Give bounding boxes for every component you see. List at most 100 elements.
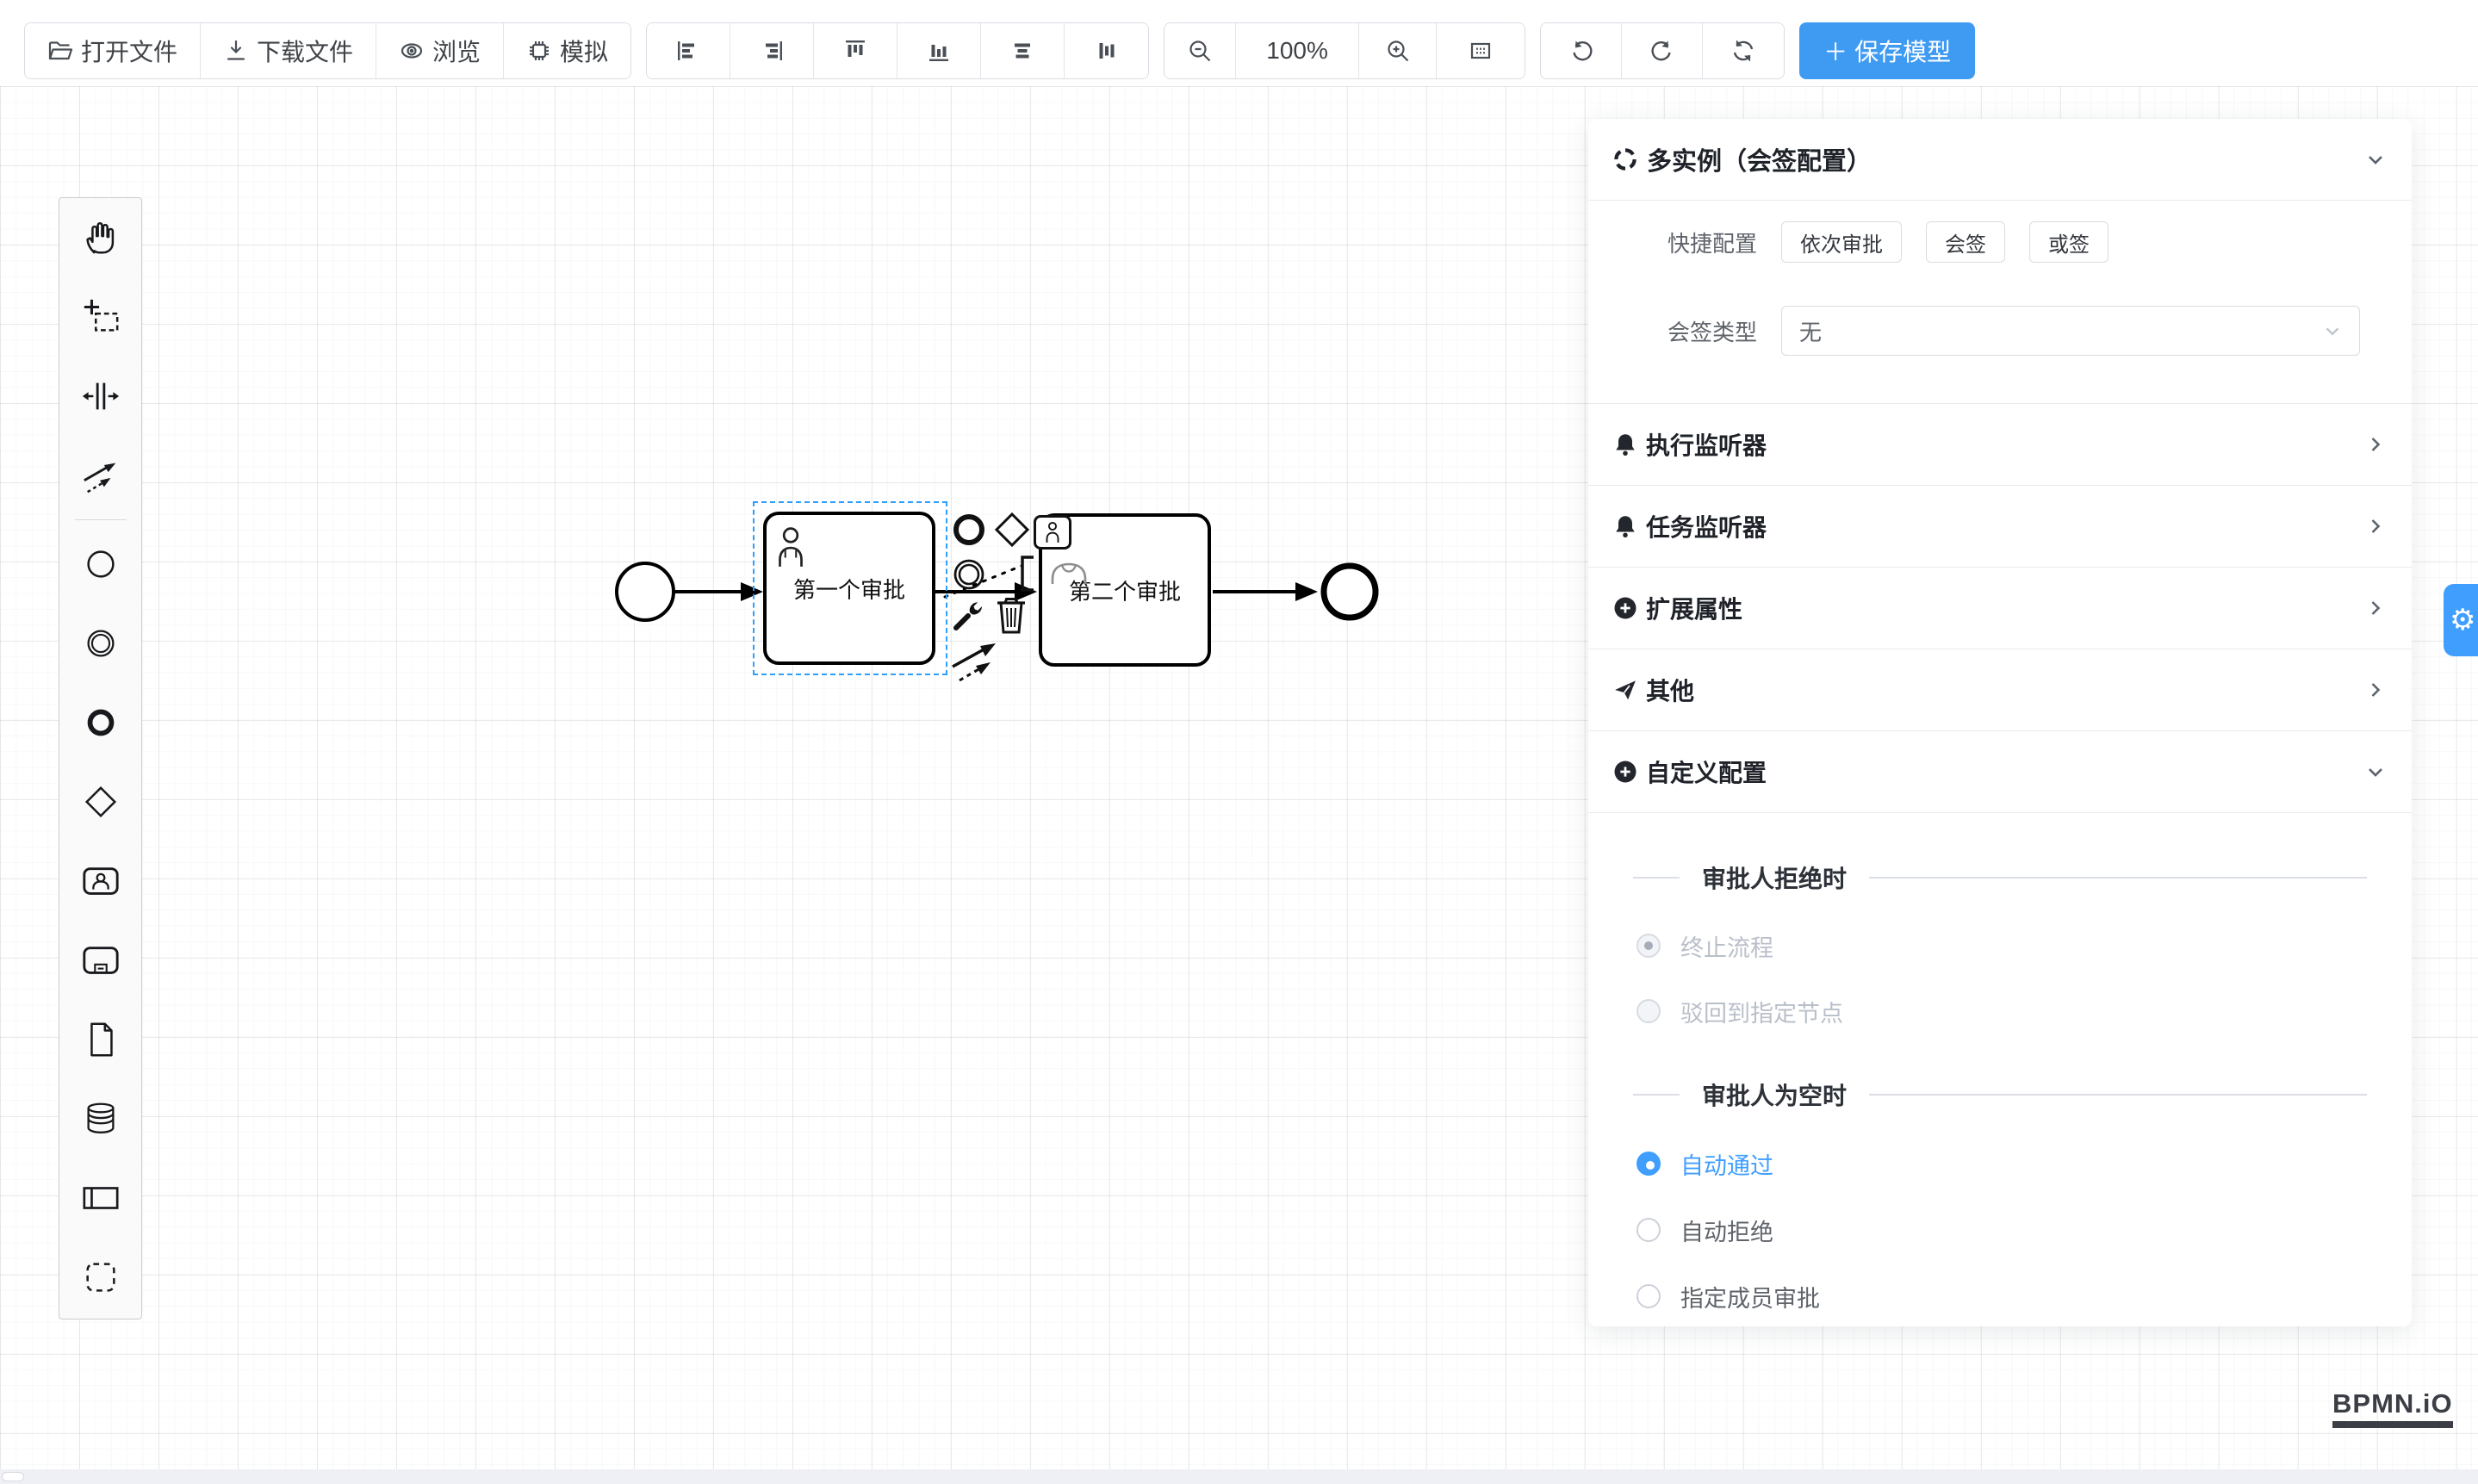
radio-circle xyxy=(1636,1218,1661,1242)
ctxpad-text-annotation-icon[interactable] xyxy=(1016,555,1035,593)
fit-viewport-icon xyxy=(1468,38,1494,64)
chevron-down-icon xyxy=(2363,147,2388,171)
fit-viewport-button[interactable] xyxy=(1437,23,1525,78)
zoom-button-group: 100% xyxy=(1164,22,1525,79)
create-gateway[interactable] xyxy=(80,781,121,823)
create-start-event[interactable] xyxy=(80,543,121,585)
file-button-group: 打开文件 下载文件 浏览 模拟 xyxy=(24,22,631,79)
align-left-button[interactable] xyxy=(647,23,730,78)
zoom-out-button[interactable] xyxy=(1164,23,1236,78)
eye-icon xyxy=(399,38,425,64)
align-top-icon xyxy=(842,38,868,64)
countersign-type-select[interactable]: 无 xyxy=(1781,306,2360,356)
zoom-out-icon xyxy=(1187,38,1213,64)
section-custom-config[interactable]: 自定义配置 xyxy=(1588,731,2412,813)
chevron-right-icon xyxy=(2363,514,2388,538)
create-subprocess[interactable] xyxy=(80,940,121,981)
section-others[interactable]: 其他 xyxy=(1588,649,2412,731)
ctxpad-append-intermediate-event-icon[interactable] xyxy=(951,556,987,593)
properties-panel: 多实例（会签配置） 快捷配置 依次审批 会签 或签 会签类型 无 xyxy=(1588,119,2412,1326)
align-center-horizontal-button[interactable] xyxy=(981,23,1065,78)
global-connect-tool[interactable] xyxy=(80,455,121,496)
align-right-button[interactable] xyxy=(730,23,814,78)
reject-group-heading: 审批人拒绝时 xyxy=(1588,865,2412,891)
space-tool[interactable] xyxy=(80,376,121,417)
align-middle-vertical-button[interactable] xyxy=(1065,23,1148,78)
empty-group-heading: 审批人为空时 xyxy=(1588,1082,2412,1108)
quick-option-sequential-button[interactable]: 依次审批 xyxy=(1781,221,1902,263)
start-event[interactable] xyxy=(617,563,674,620)
radio-auto-pass[interactable]: 自动通过 xyxy=(1588,1143,2412,1184)
browse-label: 浏览 xyxy=(432,34,481,68)
align-top-button[interactable] xyxy=(814,23,897,78)
user-task-first-approval[interactable]: 第一个审批 xyxy=(763,512,935,665)
bpmn-designer-app: 第一个审批 第二个审批 xyxy=(0,0,2478,1484)
horizontal-scrollbar[interactable] xyxy=(0,1469,2478,1484)
create-user-task[interactable] xyxy=(80,860,121,902)
zoom-level-display[interactable]: 100% xyxy=(1236,23,1359,78)
radio-assign-member[interactable]: 指定成员审批 xyxy=(1588,1276,2412,1317)
create-participant[interactable] xyxy=(80,1177,121,1219)
quick-option-orsign-button[interactable]: 或签 xyxy=(2029,221,2108,263)
save-model-label: 保存模型 xyxy=(1854,34,1951,68)
undo-button[interactable] xyxy=(1541,23,1622,78)
ctxpad-trash-icon[interactable] xyxy=(994,594,1028,636)
settings-tab[interactable]: ⚙ xyxy=(2444,584,2478,656)
zoom-in-icon xyxy=(1385,38,1411,64)
empty-group-title: 审批人为空时 xyxy=(1702,1077,1847,1112)
end-event[interactable] xyxy=(1324,566,1376,618)
create-end-event[interactable] xyxy=(80,702,121,743)
ctxpad-append-end-event-icon[interactable] xyxy=(951,512,987,548)
save-model-button[interactable]: ＋ 保存模型 xyxy=(1799,22,1975,79)
user-task-icon-gray xyxy=(1049,550,1089,586)
align-bottom-button[interactable] xyxy=(897,23,981,78)
panel-header-multi-instance[interactable]: 多实例（会签配置） xyxy=(1588,119,2412,201)
countersign-type-label: 会签类型 xyxy=(1588,315,1757,347)
create-group[interactable] xyxy=(80,1257,121,1298)
radio-terminate-process[interactable]: 终止流程 xyxy=(1588,925,2412,966)
open-file-button[interactable]: 打开文件 xyxy=(25,23,201,78)
browse-button[interactable]: 浏览 xyxy=(376,23,504,78)
countersign-type-value: 无 xyxy=(1799,315,1822,347)
ctxpad-append-gateway-icon[interactable] xyxy=(992,510,1032,550)
quick-option-countersign-button[interactable]: 会签 xyxy=(1926,221,2005,263)
paper-plane-icon xyxy=(1612,677,1638,703)
radio-return-to-node[interactable]: 驳回到指定节点 xyxy=(1588,990,2412,1032)
scrollbar-thumb[interactable] xyxy=(2,1472,24,1481)
lasso-tool[interactable] xyxy=(80,296,121,338)
ctxpad-wrench-icon[interactable] xyxy=(951,598,985,632)
reject-group-title: 审批人拒绝时 xyxy=(1702,860,1847,895)
reset-icon-button[interactable] xyxy=(1703,23,1784,78)
ctxpad-connect-icon[interactable] xyxy=(947,637,1008,682)
radio-circle xyxy=(1636,1152,1661,1176)
chevron-down-icon xyxy=(2363,760,2388,784)
create-intermediate-event[interactable] xyxy=(80,623,121,664)
create-data-store[interactable] xyxy=(80,1098,121,1139)
zoom-level-value: 100% xyxy=(1266,37,1328,65)
simulate-label: 模拟 xyxy=(560,34,608,68)
simulate-button[interactable]: 模拟 xyxy=(504,23,630,78)
zoom-in-button[interactable] xyxy=(1359,23,1437,78)
ctxpad-append-task-icon[interactable] xyxy=(1034,515,1071,550)
multi-instance-icon xyxy=(1612,146,1638,172)
download-icon xyxy=(223,38,249,64)
radio-circle xyxy=(1636,934,1661,958)
plus-circle-icon xyxy=(1612,759,1638,785)
section-execution-listener[interactable]: 执行监听器 xyxy=(1588,404,2412,486)
bell-icon xyxy=(1612,432,1638,457)
bpmn-io-logo[interactable]: BPMN.iO xyxy=(2332,1388,2453,1428)
chip-icon xyxy=(526,38,552,64)
align-center-horizontal-icon xyxy=(1009,38,1035,64)
download-file-button[interactable]: 下载文件 xyxy=(201,23,376,78)
chevron-down-icon xyxy=(2321,320,2344,342)
create-data-object[interactable] xyxy=(80,1019,121,1060)
section-extended-properties[interactable]: 扩展属性 xyxy=(1588,568,2412,649)
align-right-icon xyxy=(759,38,785,64)
radio-auto-reject[interactable]: 自动拒绝 xyxy=(1588,1209,2412,1251)
open-file-label: 打开文件 xyxy=(81,34,177,68)
radio-circle xyxy=(1636,1284,1661,1308)
palette-separator xyxy=(75,519,127,520)
redo-button[interactable] xyxy=(1622,23,1703,78)
section-task-listener[interactable]: 任务监听器 xyxy=(1588,486,2412,568)
hand-tool[interactable] xyxy=(80,217,121,258)
